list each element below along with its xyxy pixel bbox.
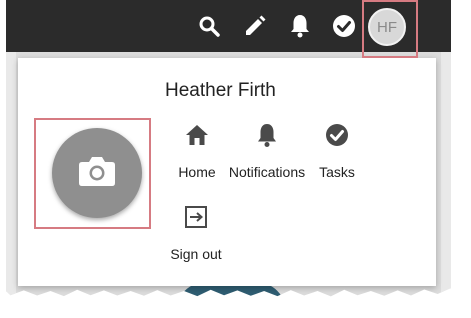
menu-item-tasks[interactable]: Tasks xyxy=(314,122,360,180)
background-right-edge xyxy=(441,52,451,297)
menu-item-label: Sign out xyxy=(170,246,222,262)
home-icon xyxy=(184,122,210,148)
screenshot-stage: HF Heather Firth Home Notifications Task… xyxy=(0,0,471,318)
background-left-edge xyxy=(6,52,16,297)
app-window: HF Heather Firth Home Notifications Task… xyxy=(6,0,451,297)
menu-item-label: Home xyxy=(178,164,216,180)
menu-item-label: Notifications xyxy=(228,164,306,180)
bell-icon xyxy=(254,122,280,148)
bell-icon[interactable] xyxy=(286,12,314,40)
menu-item-home[interactable]: Home xyxy=(172,122,222,180)
check-circle-icon[interactable] xyxy=(330,12,358,40)
check-circle-icon xyxy=(324,122,350,148)
sign-out-icon xyxy=(183,204,209,230)
user-name: Heather Firth xyxy=(165,80,276,101)
edit-pencil-icon[interactable] xyxy=(241,12,269,40)
avatar-highlight-box xyxy=(362,0,418,58)
photo-highlight-box xyxy=(34,118,151,229)
menu-item-label: Tasks xyxy=(319,164,355,180)
menu-item-notifications[interactable]: Notifications xyxy=(224,122,310,180)
search-icon[interactable] xyxy=(195,12,223,40)
menu-item-sign-out[interactable]: Sign out xyxy=(164,204,228,262)
